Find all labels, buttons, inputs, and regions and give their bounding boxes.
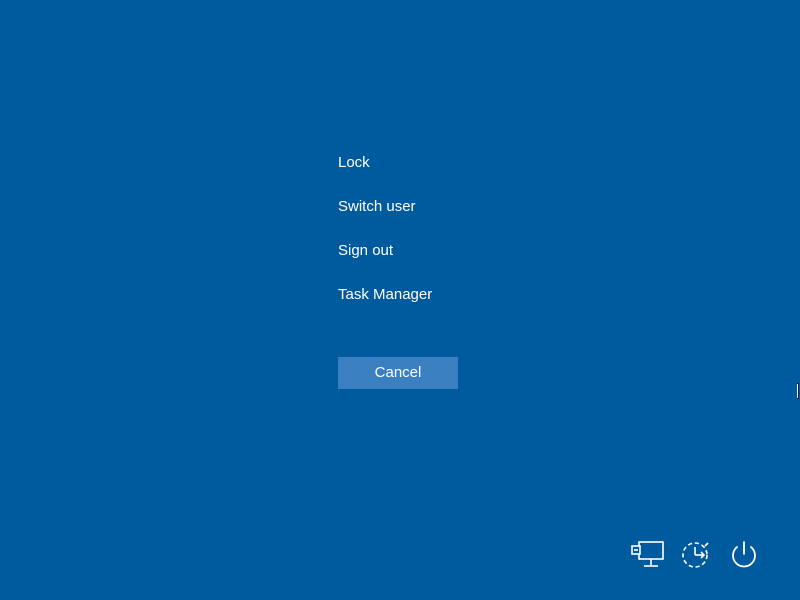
security-options-screen: Lock Switch user Sign out Task Manager C… xyxy=(0,0,800,600)
network-icon[interactable] xyxy=(630,536,668,574)
task-manager-option[interactable]: Task Manager xyxy=(338,284,432,306)
security-options-menu: Lock Switch user Sign out Task Manager xyxy=(338,152,432,328)
lock-option[interactable]: Lock xyxy=(338,152,432,174)
ease-of-access-icon[interactable] xyxy=(677,536,715,574)
cancel-button[interactable]: Cancel xyxy=(338,357,458,389)
text-cursor-icon xyxy=(797,383,799,399)
sign-out-option[interactable]: Sign out xyxy=(338,240,432,262)
power-icon[interactable] xyxy=(725,536,763,574)
switch-user-option[interactable]: Switch user xyxy=(338,196,432,218)
